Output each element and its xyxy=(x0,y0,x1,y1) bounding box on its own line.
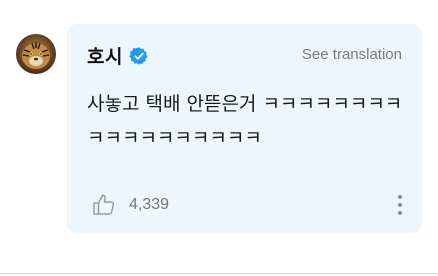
comment-text: 사놓고 택배 안뜯은거 ㅋㅋㅋㅋㅋㅋㅋㅋㅋㅋㅋㅋㅋㅋㅋㅋㅋㅋ xyxy=(87,93,403,149)
see-translation-link[interactable]: See translation xyxy=(302,46,402,63)
more-vertical-icon xyxy=(398,195,402,215)
comment-bubble: 호시 See translation 사놓고 택배 안뜯은거 ㅋㅋㅋㅋㅋㅋㅋㅋㅋ… xyxy=(67,24,422,233)
author-row: 호시 xyxy=(87,42,149,69)
comment-screen: 호시 See translation 사놓고 택배 안뜯은거 ㅋㅋㅋㅋㅋㅋㅋㅋㅋ… xyxy=(0,0,438,276)
more-options-button[interactable] xyxy=(396,193,404,217)
divider xyxy=(0,273,438,274)
avatar[interactable] xyxy=(16,34,56,74)
thumbs-up-icon[interactable] xyxy=(91,192,117,218)
like-count: 4,339 xyxy=(129,196,170,213)
comment-footer: 4,339 xyxy=(91,192,169,218)
tiger-avatar-icon xyxy=(22,42,50,69)
verified-check-icon xyxy=(129,46,149,66)
author-name[interactable]: 호시 xyxy=(87,42,123,69)
